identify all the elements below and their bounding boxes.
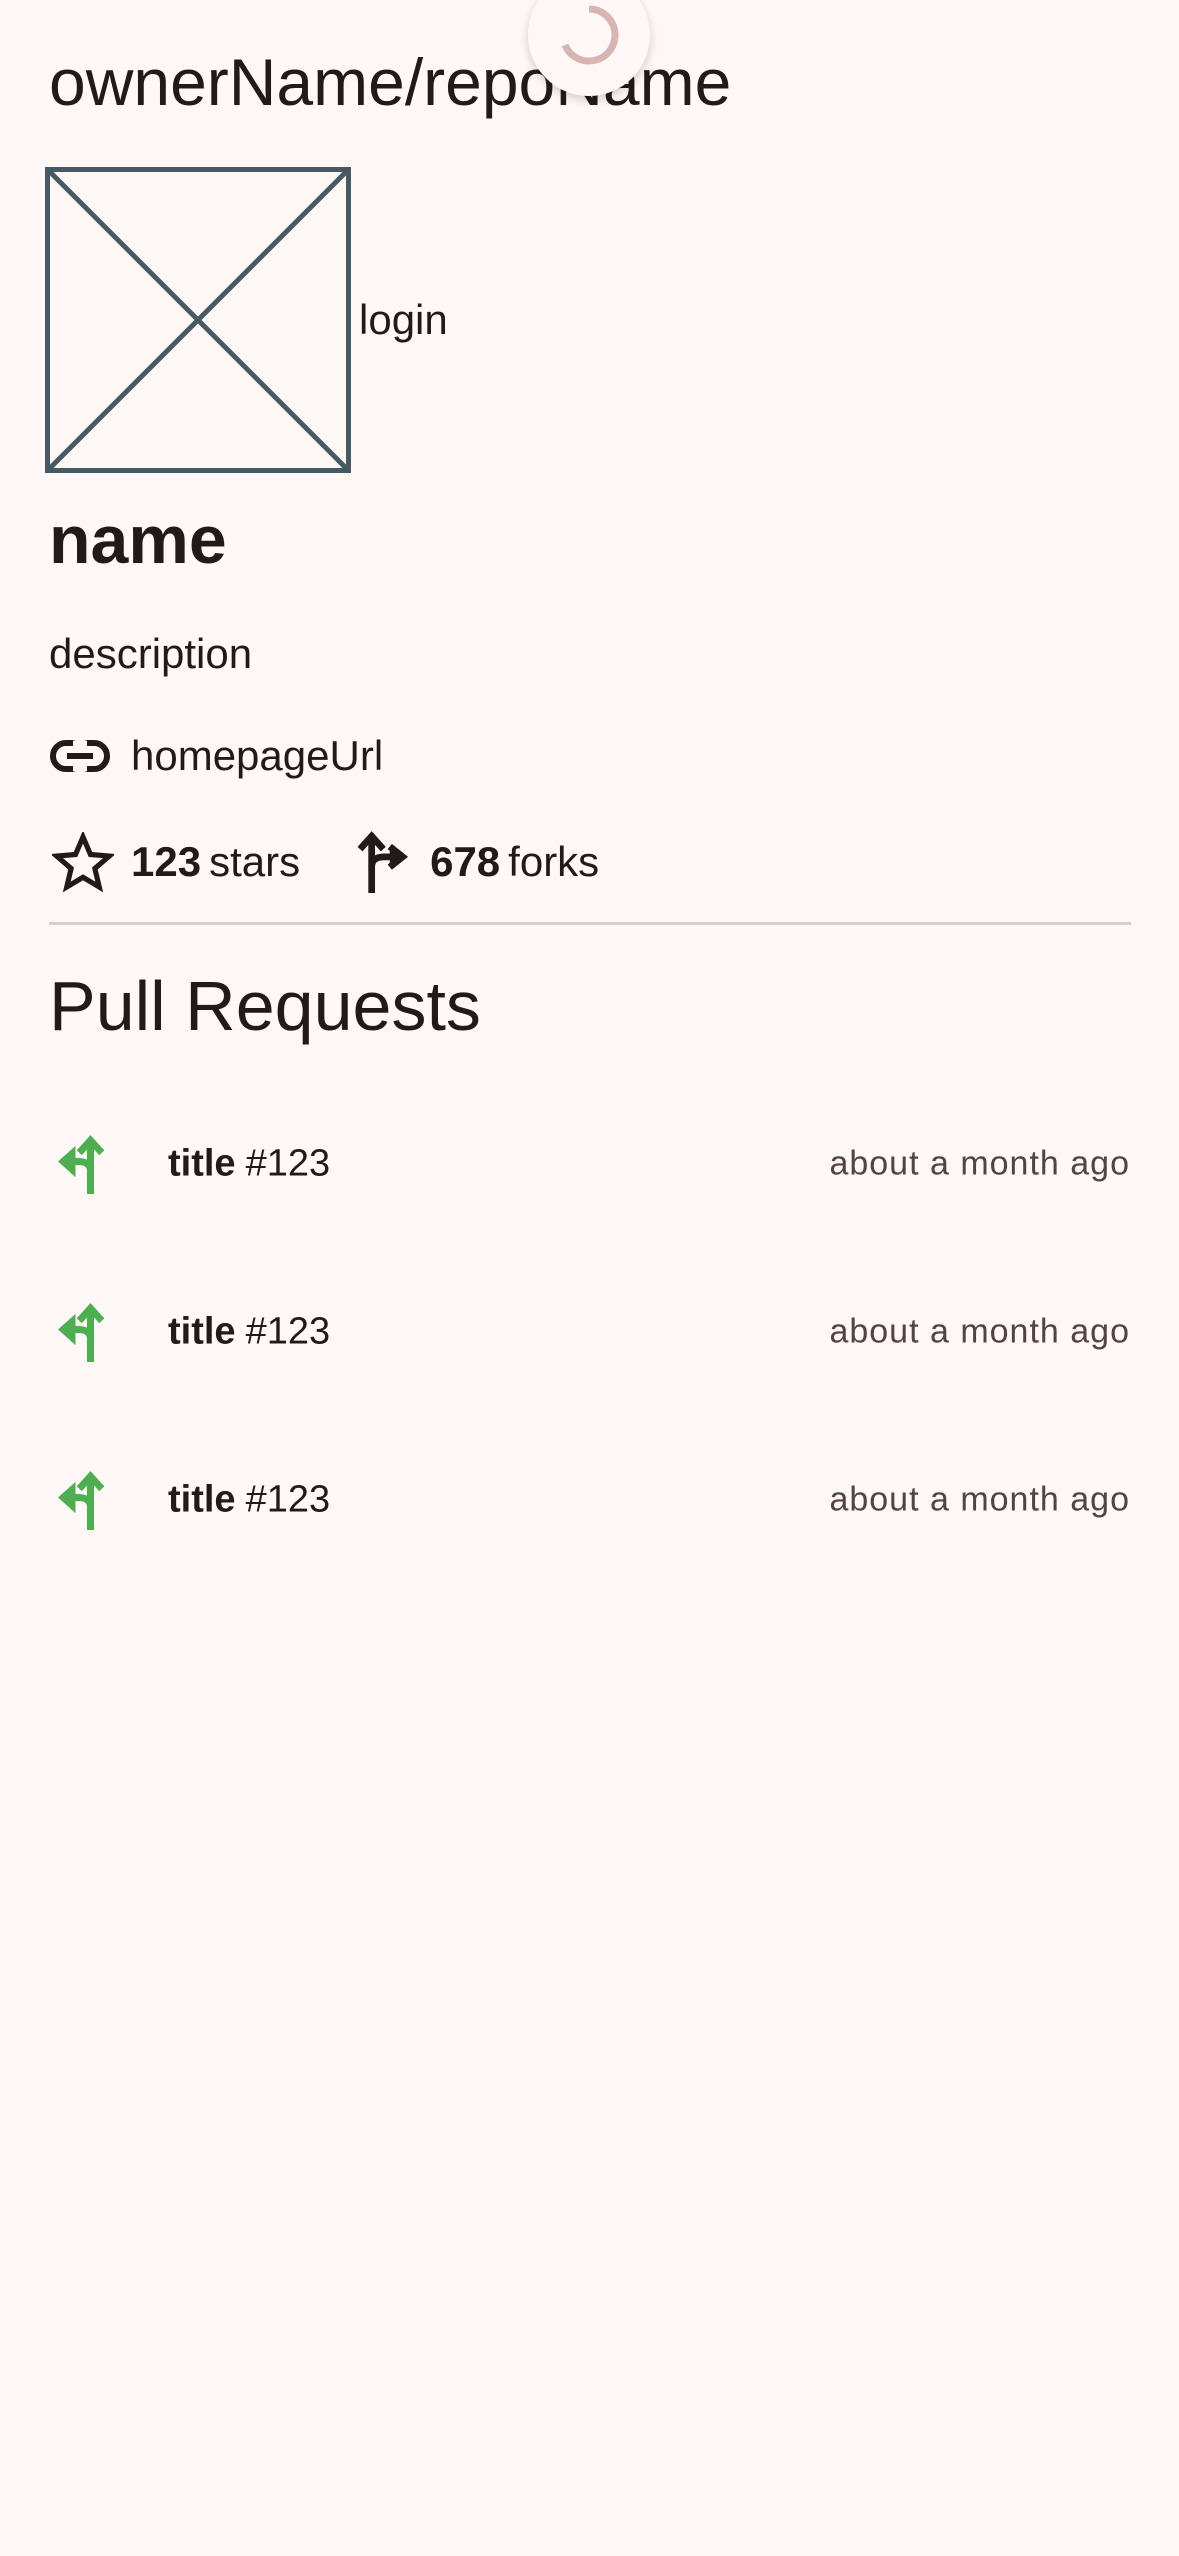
stars-count: 123 — [131, 838, 202, 885]
forks-label: forks — [508, 838, 600, 885]
list-item[interactable]: title #123 about a month ago — [0, 1080, 1179, 1248]
owner-row[interactable]: login — [45, 167, 448, 473]
spinner-icon — [561, 5, 619, 65]
pr-timestamp: about a month ago — [829, 1480, 1130, 1519]
homepage-link[interactable]: homepageUrl — [49, 728, 383, 784]
stars-label: stars — [209, 838, 301, 885]
list-item[interactable]: title #123 about a month ago — [0, 1416, 1179, 1584]
pull-request-list: title #123 about a month ago title #123 ab… — [0, 1080, 1179, 1584]
merge-icon — [55, 1470, 111, 1530]
pr-timestamp: about a month ago — [829, 1144, 1130, 1183]
merge-icon — [55, 1134, 111, 1194]
list-item[interactable]: title #123 about a month ago — [0, 1248, 1179, 1416]
forks-count: 678 — [430, 838, 501, 885]
link-icon — [49, 728, 115, 784]
stars-stat: 123 stars — [49, 828, 300, 896]
section-divider — [49, 922, 1131, 925]
pr-title-text: title — [168, 1478, 236, 1521]
pr-title: title #123 — [168, 1143, 330, 1186]
pr-number: #123 — [245, 1310, 331, 1353]
pr-timestamp: about a month ago — [829, 1312, 1130, 1351]
pr-number: #123 — [245, 1478, 331, 1521]
repo-stats: 123 stars 678 forks — [49, 828, 599, 896]
pr-title-text: title — [168, 1142, 236, 1185]
repo-description: description — [49, 630, 253, 677]
star-outline-icon — [49, 828, 117, 896]
pr-title: title #123 — [168, 1311, 330, 1354]
homepage-url[interactable]: homepageUrl — [131, 732, 383, 780]
owner-login[interactable]: login — [359, 296, 448, 344]
avatar[interactable] — [45, 167, 351, 473]
pr-title-text: title — [168, 1310, 236, 1353]
merge-icon — [55, 1302, 111, 1362]
pr-title: title #123 — [168, 1479, 330, 1522]
fork-icon — [348, 828, 416, 896]
broken-image-icon — [50, 172, 346, 468]
pull-requests-title: Pull Requests — [49, 967, 481, 1045]
repo-name: name — [49, 502, 227, 578]
forks-stat: 678 forks — [348, 828, 599, 896]
pr-number: #123 — [245, 1142, 331, 1185]
